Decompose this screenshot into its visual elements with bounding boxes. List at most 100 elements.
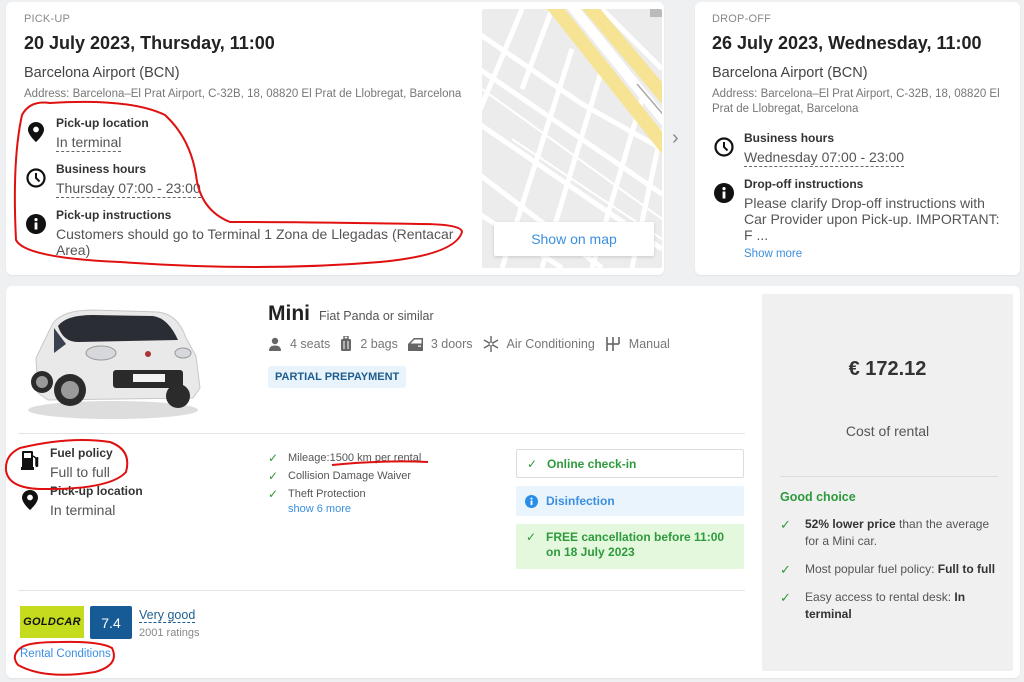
pickup-hours-title: Business hours [56, 162, 147, 176]
feature-doors: 3 doors [407, 337, 473, 351]
inclusion-prefix: Mileage: [288, 452, 330, 464]
show-on-map-button[interactable]: Show on map [494, 222, 654, 256]
check-icon: ✓ [780, 590, 791, 605]
reason-text: Most popular fuel policy: [805, 562, 938, 576]
online-checkin-perk: ✓ Online check-in [516, 449, 744, 478]
check-icon: ✓ [780, 562, 791, 577]
price-caption: Cost of rental [845, 423, 930, 439]
pickup-card: PICK-UP 20 July 2023, Thursday, 11:00 Ba… [6, 2, 664, 275]
offer-pickup-location-title: Pick-up location [50, 484, 143, 498]
pickup-section-label: PICK-UP [24, 13, 71, 25]
feature-transmission-label: Manual [628, 337, 670, 351]
pickup-instructions-value: Customers should go to Terminal 1 Zona d… [56, 226, 454, 258]
dropoff-location-name: Barcelona Airport (BCN) [712, 65, 868, 81]
supplier-logo: GOLDCAR [20, 606, 84, 638]
inclusions-list: ✓ Mileage: 1500 km per rental ✓ Collisio… [268, 449, 421, 515]
luggage-icon [341, 336, 352, 351]
feature-transmission: Manual [605, 336, 670, 352]
divider [780, 476, 998, 477]
reason-bold: 52% lower price [805, 517, 896, 531]
dropoff-section-label: DROP-OFF [712, 13, 772, 25]
good-choice-title: Good choice [780, 490, 856, 504]
good-choice-item: ✓ Easy access to rental desk: In termina… [780, 589, 1002, 623]
pickup-instructions-title: Pick-up instructions [56, 208, 172, 222]
rating-label[interactable]: Very good [139, 608, 196, 623]
dropoff-hours-title: Business hours [744, 131, 835, 145]
car-category: Mini [268, 302, 310, 325]
inclusion-label: Theft Protection [288, 488, 366, 500]
feature-ac-label: Air Conditioning [506, 337, 595, 351]
feature-ac: Air Conditioning [483, 336, 595, 352]
fuel-policy-value: Full to full [50, 464, 110, 480]
pickup-location-title: Pick-up location [56, 116, 149, 130]
location-pin-icon [18, 490, 42, 510]
info-icon [524, 494, 538, 508]
inclusion-item: ✓ Mileage: 1500 km per rental [268, 449, 421, 467]
disinfection-label: Disinfection [546, 494, 615, 508]
car-features: 4 seats 2 bags 3 doors Air Conditioning … [268, 336, 680, 352]
check-icon: ✓ [780, 517, 791, 532]
info-icon [712, 183, 736, 203]
divider [18, 433, 745, 434]
car-door-icon [407, 337, 423, 351]
rating-score: 7.4 [90, 606, 132, 639]
good-choice-item: ✓ 52% lower price than the average for a… [780, 516, 1002, 550]
price-panel: € 172.12 Cost of rental Good choice ✓ 52… [762, 294, 1013, 671]
check-icon: ✓ [268, 487, 279, 501]
inclusion-label: Collision Damage Waiver [288, 470, 412, 482]
good-choice-item: ✓ Most popular fuel policy: Full to full [780, 561, 1002, 578]
fuel-policy-title: Fuel policy [50, 446, 113, 460]
fuel-policy-row: Fuel policy Full to full [18, 446, 143, 480]
inclusion-item: ✓ Theft Protection [268, 485, 421, 503]
feature-bags: 2 bags [340, 336, 398, 352]
pickup-location-name: Barcelona Airport (BCN) [24, 65, 180, 81]
pickup-address: Address: Barcelona–El Prat Airport, C-32… [24, 88, 462, 100]
partial-prepayment-badge: PARTIAL PREPAYMENT [268, 366, 407, 388]
pickup-hours-value[interactable]: Thursday 07:00 - 23:00 [56, 180, 201, 198]
dropoff-instructions-title: Drop-off instructions [744, 177, 864, 191]
show-more-inclusions-link[interactable]: show 6 more [288, 503, 421, 515]
rental-conditions-link[interactable]: Rental Conditions [20, 648, 111, 660]
divider [18, 590, 745, 591]
check-icon: ✓ [268, 451, 279, 465]
check-icon: ✓ [526, 456, 538, 471]
dropoff-instructions-row: Drop-off instructions Please clarify Dro… [712, 177, 1007, 260]
check-icon: ✓ [268, 469, 279, 483]
person-icon [269, 337, 281, 351]
fuel-pump-icon [18, 450, 42, 470]
free-cancellation-perk: ✓ FREE cancellation before 11:00 on 18 J… [516, 524, 744, 569]
feature-doors-label: 3 doors [430, 337, 473, 351]
disinfection-perk[interactable]: Disinfection [516, 486, 744, 516]
info-icon [24, 214, 48, 234]
dropoff-datetime: 26 July 2023, Wednesday, 11:00 [712, 33, 982, 53]
dropoff-instructions-value: Please clarify Drop-off instructions wit… [744, 195, 1000, 243]
chevron-right-icon[interactable]: › [672, 128, 686, 148]
clock-icon [712, 137, 736, 157]
dropoff-hours-value[interactable]: Wednesday 07:00 - 23:00 [744, 149, 905, 167]
inclusion-item: ✓ Collision Damage Waiver [268, 467, 421, 485]
inclusion-mileage-value: 1500 km per rental [329, 452, 422, 464]
car-model: Fiat Panda or similar [319, 309, 434, 323]
free-cancellation-label: FREE cancellation before 11:00 on 18 Jul… [546, 530, 725, 559]
pickup-instructions-row: Pick-up instructions Customers should go… [24, 208, 474, 258]
dropoff-hours-row: Business hours Wednesday 07:00 - 23:00 [712, 131, 1007, 167]
pickup-location-row: Pick-up location In terminal [24, 116, 474, 152]
supplier-rating: GOLDCAR 7.4 Very good 2001 ratings [20, 606, 200, 639]
rating-count: 2001 ratings [139, 627, 200, 639]
dropoff-address: Address: Barcelona–El Prat Airport, C-32… [712, 88, 1000, 115]
pickup-location-value[interactable]: In terminal [56, 134, 122, 152]
reason-bold: Full to full [937, 562, 996, 576]
gearbox-icon [605, 337, 620, 351]
feature-seats: 4 seats [268, 337, 330, 351]
clock-icon [24, 168, 48, 188]
price-value: € 172.12 [848, 358, 927, 380]
show-more-link[interactable]: Show more [744, 248, 1006, 260]
feature-seats-label: 4 seats [290, 337, 331, 351]
offer-pickup-location-row: Pick-up location In terminal [18, 484, 143, 518]
car-image [18, 298, 208, 423]
feature-bags-label: 2 bags [360, 337, 398, 351]
snowflake-icon [483, 336, 498, 352]
dropoff-card: DROP-OFF 26 July 2023, Wednesday, 11:00 … [695, 2, 1020, 275]
pickup-datetime: 20 July 2023, Thursday, 11:00 [24, 33, 275, 53]
location-pin-icon [24, 122, 48, 142]
